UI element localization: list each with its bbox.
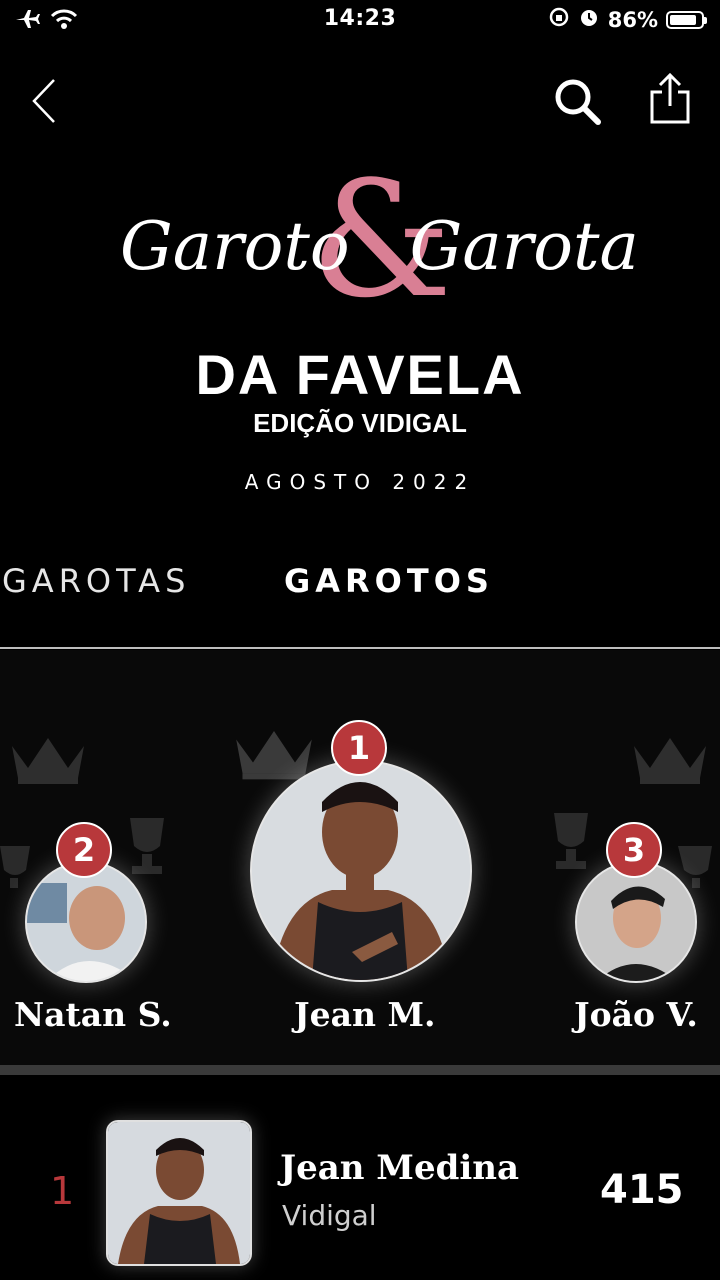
logo-script-right: Garota	[409, 208, 639, 285]
logo-script-left: Garoto	[120, 208, 350, 285]
podium-name-3[interactable]: João V.	[574, 995, 698, 1034]
share-icon[interactable]	[646, 72, 694, 128]
tab-divider	[0, 647, 720, 649]
podium-avatar-2[interactable]	[25, 861, 147, 983]
logo-title: DA FAVELA	[195, 343, 525, 406]
tab-garotos[interactable]: GAROTOS	[284, 562, 494, 600]
podium-avatar-3[interactable]	[575, 861, 697, 983]
rank-badge-1: 1	[331, 720, 387, 776]
crown-icon	[8, 728, 88, 786]
battery-icon	[666, 10, 707, 29]
logo-edition: EDIÇÃO VIDIGAL	[253, 408, 467, 438]
back-chevron-icon[interactable]	[28, 76, 68, 126]
event-date: AGOSTO 2022	[244, 470, 476, 494]
podium-avatar-1[interactable]	[250, 760, 472, 982]
crown-icon	[630, 728, 710, 786]
podium-name-1[interactable]: Jean M.	[294, 995, 436, 1034]
status-right-icons: 86%	[548, 6, 707, 33]
trophy-icon	[536, 805, 606, 875]
ranking-location: Vidigal	[282, 1199, 377, 1232]
ranking-votes: 415	[600, 1167, 684, 1213]
ranking-name: Jean Medina	[280, 1148, 520, 1188]
ranking-position: 1	[50, 1169, 75, 1213]
battery-percent: 86%	[607, 7, 658, 32]
rotation-lock-icon	[548, 6, 570, 33]
ranking-photo[interactable]	[106, 1120, 252, 1266]
rank-badge-2: 2	[56, 822, 112, 878]
podium: 2 Natan S. 1 Jean M. 3 João V.	[0, 650, 720, 1065]
tab-garotas[interactable]: GAROTAS	[2, 562, 190, 600]
event-logo: & Garoto Garota DA FAVELA	[120, 160, 639, 407]
search-icon[interactable]	[552, 76, 604, 128]
rank-badge-3: 3	[606, 822, 662, 878]
alarm-icon	[578, 6, 600, 33]
logo-script: Garoto Garota	[120, 208, 639, 285]
podium-name-2[interactable]: Natan S.	[14, 995, 172, 1034]
trophy-icon	[112, 810, 182, 880]
section-separator	[0, 1065, 720, 1075]
ranking-row[interactable]: 1 Jean Medina Vidigal 415	[0, 1075, 720, 1280]
crown-icon	[232, 720, 316, 782]
